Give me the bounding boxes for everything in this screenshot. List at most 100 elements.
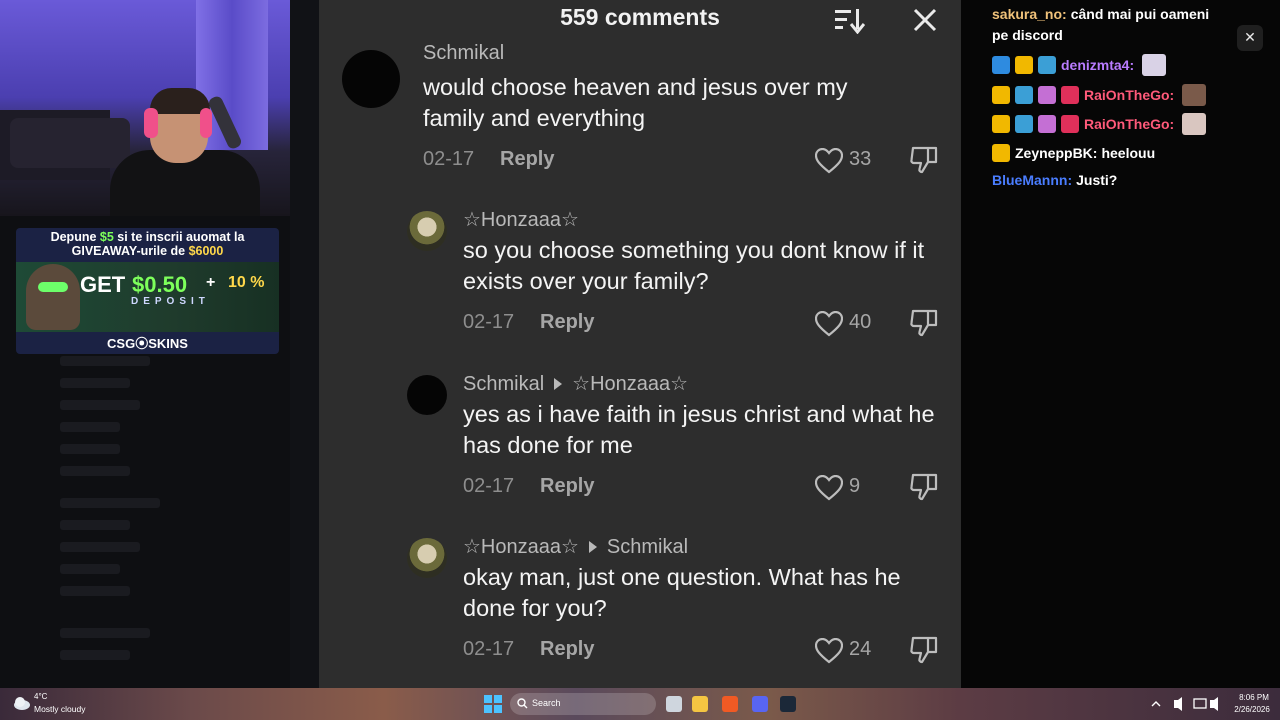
chat-message: BlueMannn: Justi? xyxy=(992,172,1117,188)
search-label: Search xyxy=(532,698,561,708)
crown-badge-icon xyxy=(992,115,1010,133)
dislike-icon[interactable] xyxy=(909,635,939,665)
taskbar-search[interactable]: Search xyxy=(510,693,656,715)
reply-button[interactable]: Reply xyxy=(500,148,554,171)
file-explorer-icon[interactable] xyxy=(692,696,708,712)
like-button[interactable]: 40 xyxy=(815,309,895,339)
chat-message-continued: pe discord xyxy=(992,27,1063,43)
avatar[interactable] xyxy=(342,50,400,108)
chat-message: RaiOnTheGo: xyxy=(992,113,1207,135)
ad-line-2: GIVEAWAY-urile de $6000 xyxy=(71,244,224,258)
steam-icon[interactable] xyxy=(780,696,796,712)
comments-panel: 559 comments Schmikal would choose heave… xyxy=(319,0,961,688)
tag-badge-icon xyxy=(1061,115,1079,133)
chat-username[interactable]: RaiOnTheGo: xyxy=(1084,116,1174,132)
hammer-badge-icon xyxy=(992,56,1010,74)
system-tray-icons[interactable] xyxy=(1148,694,1224,714)
reply-button[interactable]: Reply xyxy=(540,638,594,661)
like-button[interactable]: 33 xyxy=(815,146,895,176)
like-count: 33 xyxy=(849,148,872,170)
ad-deposit: DEPOSIT xyxy=(131,296,210,307)
cat-emote-icon xyxy=(1142,54,1167,76)
chat-message: denizmta4: xyxy=(992,54,1167,76)
chat-message: sakura_no: când mai pui oameni xyxy=(992,6,1209,22)
brave-browser-icon[interactable] xyxy=(722,696,738,712)
dislike-icon[interactable] xyxy=(909,308,939,338)
comments-header: 559 comments xyxy=(319,0,961,38)
weather-description[interactable]: Mostly cloudy xyxy=(34,704,86,714)
avatar[interactable] xyxy=(407,538,447,578)
reply-arrow-icon xyxy=(554,378,563,391)
comment-author[interactable]: ☆Honzaaa☆ xyxy=(463,536,579,558)
comment-author-thread[interactable]: ☆Honzaaa☆ Schmikal xyxy=(463,534,688,559)
weather-cloud-icon[interactable] xyxy=(12,693,32,713)
weather-temperature[interactable]: 4°C xyxy=(34,692,47,701)
like-button[interactable]: 24 xyxy=(815,636,895,666)
avatar[interactable] xyxy=(407,211,447,251)
task-view-icon[interactable] xyxy=(666,696,682,712)
dislike-icon[interactable] xyxy=(909,472,939,502)
comment-text: okay man, just one question. What has he… xyxy=(463,564,901,621)
heart-icon xyxy=(815,475,843,501)
reply-arrow-icon xyxy=(588,541,597,554)
chat-username[interactable]: denizmta4: xyxy=(1061,57,1134,73)
reply-to-author[interactable]: ☆Honzaaa☆ xyxy=(572,373,688,395)
discord-icon[interactable] xyxy=(752,696,768,712)
comment-date: 02-17 xyxy=(463,311,515,333)
dislike-icon[interactable] xyxy=(909,145,939,175)
like-button[interactable]: 9 xyxy=(815,473,895,503)
windows-taskbar: 4°C Mostly cloudy Search 8:06 PM 2/26/20… xyxy=(0,688,1280,720)
mascot-image xyxy=(26,264,80,330)
comment-date: 02-17 xyxy=(463,475,515,497)
robot-badge-icon xyxy=(1038,56,1056,74)
chat-text: când mai pui oameni xyxy=(1070,6,1210,22)
chat-text: Justi? xyxy=(1076,172,1118,188)
chat-overlay: sakura_no: când mai pui oameni pe discord… xyxy=(961,0,1280,688)
chat-username[interactable]: ZeyneppBK: xyxy=(1015,145,1097,161)
like-count: 40 xyxy=(849,311,872,333)
robot-badge-icon xyxy=(1015,115,1033,133)
chat-message: ZeyneppBK: heelouu xyxy=(992,144,1155,162)
comment-text: so you choose something you dont know if… xyxy=(463,237,925,294)
chat-message: RaiOnTheGo: xyxy=(992,84,1207,106)
ad-percent: 10 % xyxy=(228,274,265,291)
windows-start-icon[interactable] xyxy=(484,695,502,713)
reply-to-author[interactable]: Schmikal xyxy=(607,536,688,558)
chat-text: pe discord xyxy=(992,27,1063,43)
sponsor-banner: Depune $5 si te inscrii auomat la GIVEAW… xyxy=(16,228,279,354)
like-count: 24 xyxy=(849,638,872,660)
chat-username[interactable]: RaiOnTheGo: xyxy=(1084,87,1174,103)
tag-badge-icon xyxy=(1061,86,1079,104)
background-strip xyxy=(290,0,320,688)
comment-date: 02-17 xyxy=(423,148,475,170)
comment-date: 02-17 xyxy=(463,638,515,660)
chat-username[interactable]: BlueMannn: xyxy=(992,172,1072,188)
webcam-feed xyxy=(0,0,290,216)
comment-author[interactable]: Schmikal xyxy=(423,42,504,65)
crown-badge-icon xyxy=(992,86,1010,104)
cat-emote-icon xyxy=(1182,113,1207,135)
comment-author[interactable]: Schmikal xyxy=(463,373,544,395)
heart-icon xyxy=(815,311,843,337)
chat-username[interactable]: sakura_no: xyxy=(992,6,1067,22)
avatar[interactable] xyxy=(407,375,447,415)
search-icon xyxy=(517,698,528,709)
heart-icon xyxy=(815,148,843,174)
robot-badge-icon xyxy=(1015,86,1033,104)
comment-author-thread[interactable]: Schmikal ☆Honzaaa☆ xyxy=(463,371,688,396)
clock-date[interactable]: 2/26/2026 xyxy=(1228,705,1276,714)
sort-icon[interactable] xyxy=(833,6,865,34)
reply-button[interactable]: Reply xyxy=(540,311,594,334)
gift-badge-icon xyxy=(1038,115,1056,133)
reply-button[interactable]: Reply xyxy=(540,475,594,498)
comment-author[interactable]: ☆Honzaaa☆ xyxy=(463,207,579,232)
close-icon[interactable] xyxy=(911,6,939,34)
chat-close-button[interactable]: ✕ xyxy=(1237,25,1263,51)
ad-get: GET xyxy=(80,272,126,297)
clock-time[interactable]: 8:06 PM xyxy=(1234,693,1274,702)
gift-badge-icon xyxy=(1038,86,1056,104)
chat-text: heelouu xyxy=(1101,145,1156,161)
ad-bonus-amount: $0.50 xyxy=(132,272,188,297)
crown-badge-icon xyxy=(1015,56,1033,74)
comment-text: would choose heaven and jesus over my fa… xyxy=(423,74,848,131)
